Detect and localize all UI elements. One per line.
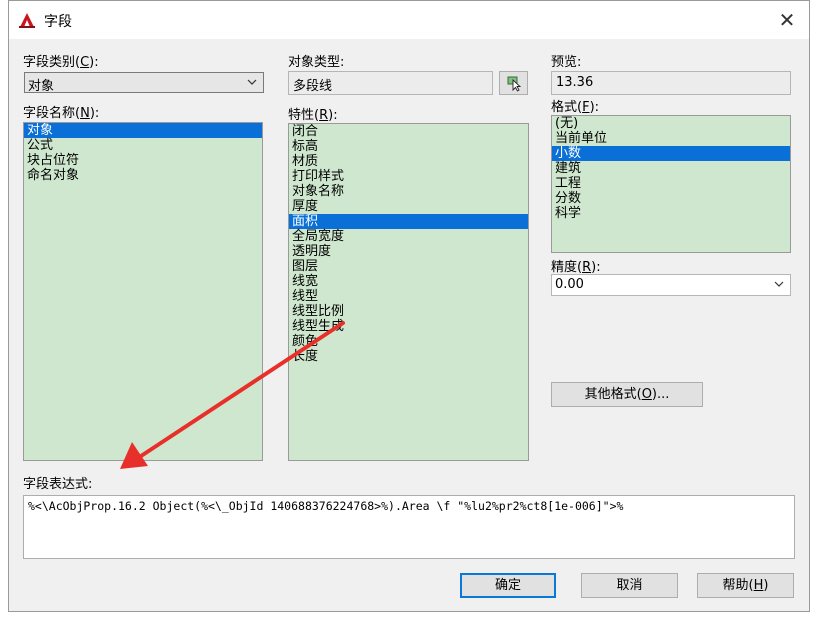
format-item[interactable]: 科学 xyxy=(552,206,790,221)
format-item[interactable]: 分数 xyxy=(552,191,790,206)
format-item[interactable]: 当前单位 xyxy=(552,131,790,146)
property-item[interactable]: 面积 xyxy=(289,214,528,229)
field-name-item[interactable]: 对象 xyxy=(24,123,262,138)
property-item[interactable]: 对象名称 xyxy=(289,184,528,199)
field-names-list[interactable]: 对象 公式 块占位符 命名对象 xyxy=(23,122,263,461)
other-formats-button[interactable]: 其他格式(O)... xyxy=(551,382,703,407)
autocad-app-icon xyxy=(19,13,35,28)
field-name-item[interactable]: 公式 xyxy=(24,138,262,153)
object-type-label: 对象类型: xyxy=(288,55,345,70)
expression-label: 字段表达式: xyxy=(23,477,93,492)
field-names-label: 字段名称(N): xyxy=(23,106,100,121)
help-button[interactable]: 帮助(H) xyxy=(697,573,794,598)
property-item[interactable]: 线型生成 xyxy=(289,319,528,334)
field-name-item[interactable]: 命名对象 xyxy=(24,168,262,183)
chevron-down-icon xyxy=(247,79,257,85)
property-item[interactable]: 材质 xyxy=(289,154,528,169)
property-item[interactable]: 闭合 xyxy=(289,124,528,139)
properties-label: 特性(R): xyxy=(288,108,338,123)
window-title: 字段 xyxy=(44,14,72,30)
chevron-down-icon xyxy=(774,281,784,287)
preview-field: 13.36 xyxy=(551,71,791,95)
format-label: 格式(F): xyxy=(551,100,600,115)
select-object-button[interactable] xyxy=(499,71,528,95)
properties-list[interactable]: 闭合 标高 材质 打印样式 对象名称 厚度 面积 全局宽度 透明度 图层 线宽 线型 线型比例 线型生成颜… xyxy=(288,123,529,461)
object-type-value: 多段线 xyxy=(293,79,333,94)
format-item[interactable]: (无) xyxy=(552,116,790,131)
format-item[interactable]: 工程 xyxy=(552,176,790,191)
format-item[interactable]: 小数 xyxy=(552,146,790,161)
precision-value: 0.00 xyxy=(555,277,584,292)
field-category-value: 对象 xyxy=(28,79,55,94)
property-item[interactable]: 线型 xyxy=(289,289,528,304)
precision-select[interactable]: 0.00 xyxy=(551,274,791,296)
field-name-item[interactable]: 块占位符 xyxy=(24,153,262,168)
preview-label: 预览: xyxy=(551,55,582,70)
ok-button[interactable]: 确定 xyxy=(460,573,556,598)
field-category-select[interactable]: 对象 xyxy=(24,72,264,94)
property-item[interactable]: 透明度 xyxy=(289,244,528,259)
format-item[interactable]: 建筑 xyxy=(552,161,790,176)
close-icon[interactable]: ✕ xyxy=(775,8,799,32)
property-item[interactable]: 线宽 xyxy=(289,274,528,289)
format-list[interactable]: (无) 当前单位 小数 建筑 工程 分数 科学 xyxy=(551,115,791,253)
property-item[interactable]: 厚度 xyxy=(289,199,528,214)
field-dialog: 字段 ✕ 字段类别(C): 对象 字段名称(N): 对象 公式 块占位符 命名对象 对… xyxy=(8,0,810,612)
expression-field[interactable]: %<\AcObjProp.16.2 Object(%<\_ObjId 14068… xyxy=(23,495,795,559)
property-item[interactable]: 长度 xyxy=(289,349,528,364)
property-item[interactable]: 标高 xyxy=(289,139,528,154)
cancel-button[interactable]: 取消 xyxy=(581,573,678,598)
preview-value: 13.36 xyxy=(556,75,594,90)
field-category-label: 字段类别(C): xyxy=(23,55,99,70)
property-item[interactable]: 全局宽度 xyxy=(289,229,528,244)
property-item[interactable]: 颜色 xyxy=(289,334,528,349)
precision-label: 精度(R): xyxy=(551,260,601,275)
select-object-icon xyxy=(507,76,522,92)
property-item[interactable]: 打印样式 xyxy=(289,169,528,184)
property-item[interactable]: 图层 xyxy=(289,259,528,274)
title-bar: 字段 ✕ xyxy=(9,1,809,39)
object-type-field: 多段线 xyxy=(288,71,493,95)
property-item[interactable]: 线型比例 xyxy=(289,304,528,319)
